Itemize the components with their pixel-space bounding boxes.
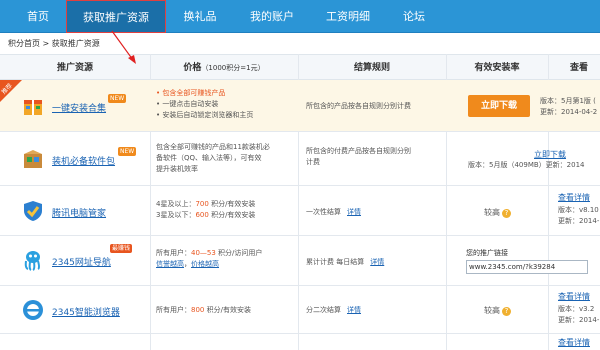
settlement-cell: 累计计费 每日结算 详情 (306, 257, 384, 268)
price-suffix: 积分/有效安装 (208, 211, 256, 219)
product-name-tencent-manager[interactable]: 腾讯电脑管家 (52, 206, 106, 219)
price-suffix: 积分/访问用户 (215, 249, 263, 257)
breadcrumb: 积分首页 > 获取推广资源 (8, 39, 100, 48)
price-cell: 所有用户：40—53 积分/访问用户 信誉越高，价格越高 (156, 248, 262, 270)
price-value: 800 (191, 306, 205, 314)
price-line: 4星及以上：700 积分/有效安装 (156, 199, 255, 210)
price-higher-link[interactable]: 价格越高 (191, 260, 219, 268)
header-resource: 推广资源 (56, 63, 93, 73)
version-info: 版本：5月第1版 ( (540, 97, 596, 105)
settlement-detail-link[interactable]: 详情 (347, 306, 361, 314)
view-details-link[interactable]: 查看详情 (558, 337, 590, 348)
table-row: 推荐 一键安装合集 NEW • 包含全部可赚钱产品 • 一键点击自动安装 • 安… (0, 80, 600, 132)
new-badge: NEW (108, 94, 127, 103)
help-icon[interactable]: ? (502, 307, 511, 316)
update-info: 更新：2014- (558, 316, 600, 324)
price-line: • 一键点击自动安装 (156, 100, 219, 108)
header-view: 查看 (570, 63, 589, 73)
header-price-note: （1000积分=1元） (201, 64, 265, 72)
table-row: 装机必备软件包 NEW 包含全部可赚钱的产品和11款装机必 备软件（QQ、输入法… (0, 132, 600, 186)
octopus-icon[interactable] (22, 249, 44, 271)
nav-item-salary[interactable]: 工资明细 (310, 0, 386, 33)
settlement-text: 一次性结算 (306, 208, 341, 216)
settlement-detail-link[interactable]: 详情 (347, 208, 361, 216)
header-price-label: 价格 (183, 63, 202, 73)
settlement-text: 累计计费 每日结算 (306, 258, 365, 266)
install-rate: 较高? (484, 207, 511, 218)
settlement-text: 分二次结算 (306, 306, 341, 314)
install-bundle-icon[interactable] (22, 95, 44, 117)
reputation-link[interactable]: 信誉越高 (156, 260, 184, 268)
promo-link-label: 您的推广链接 (466, 249, 508, 257)
table-row: 腾讯电脑管家 4星及以上：700 积分/有效安装 3星及以下：600 积分/有效… (0, 186, 600, 236)
price-line: 3星及以下：600 积分/有效安装 (156, 210, 255, 221)
top-nav: 首页 获取推广资源 换礼品 我的账户 工资明细 论坛 (0, 0, 600, 33)
settlement-cell: 分二次结算 详情 (306, 305, 361, 316)
settlement-cell: 一次性结算 详情 (306, 207, 361, 218)
price-line: 包含全部可赚钱的产品和11款装机必 (156, 143, 270, 151)
price-cell: 4星及以上：700 积分/有效安装 3星及以下：600 积分/有效安装 (156, 199, 255, 221)
price-prefix: 所有用户： (156, 306, 191, 314)
price-cell: 所有用户：800 积分/有效安装 (156, 305, 251, 316)
nav-item-forum[interactable]: 论坛 (386, 0, 442, 33)
table-row: 查看详情 (0, 334, 600, 350)
version-info: 版本：v3.2 (558, 305, 595, 313)
price-links: 信誉越高，价格越高 (156, 259, 262, 270)
version-info: 版本：v8.10 (558, 206, 599, 214)
price-suffix: 积分/有效安装 (208, 200, 256, 208)
install-rate-value: 较高 (484, 208, 500, 217)
software-package-icon[interactable] (22, 148, 44, 170)
nav-item-get-resources[interactable]: 获取推广资源 (66, 0, 166, 33)
price-prefix: 4星及以上： (156, 200, 196, 208)
header-price: 价格（1000积分=1元） (150, 55, 298, 81)
header-install-rate: 有效安装率 (474, 63, 520, 73)
price-prefix: 所有用户： (156, 249, 191, 257)
settlement-line: 计费 (306, 158, 320, 166)
product-name-2345-nav[interactable]: 2345网址导航 (52, 255, 111, 268)
top-earner-badge: 最赚钱 (110, 244, 133, 253)
price-line: 备软件（QQ、输入法等），可有效 (156, 154, 262, 162)
table-row: 2345智能浏览器 所有用户：800 积分/有效安装 分二次结算 详情 较高? 查… (0, 286, 600, 334)
price-line: 提升装机效率 (156, 165, 198, 173)
product-name-software-package[interactable]: 装机必备软件包 (52, 154, 115, 167)
price-value: 700 (195, 200, 209, 208)
nav-item-gifts[interactable]: 换礼品 (166, 0, 234, 33)
price-line: 所有用户：40—53 积分/访问用户 (156, 248, 262, 259)
table-row: 2345网址导航 最赚钱 所有用户：40—53 积分/访问用户 信誉越高，价格越… (0, 236, 600, 286)
price-line: • 安装后自动锁定浏览器和主页 (156, 111, 254, 119)
price-cell: 包含全部可赚钱的产品和11款装机必 备软件（QQ、输入法等），可有效 提升装机效… (156, 142, 270, 175)
shield-icon[interactable] (22, 200, 44, 222)
install-rate: 较高? (484, 305, 511, 316)
price-value: 40—53 (191, 249, 216, 257)
browser-icon[interactable] (22, 299, 44, 321)
table-header: 推广资源 价格（1000积分=1元） 结算规则 有效安装率 查看 (0, 54, 600, 80)
settlement-cell: 所包含的产品按各自规则分别计费 (306, 102, 411, 110)
update-info: 更新：2014-04-2 (540, 108, 598, 116)
header-settlement: 结算规则 (353, 63, 390, 73)
price-cell: • 包含全部可赚钱产品 • 一键点击自动安装 • 安装后自动锁定浏览器和主页 (156, 88, 253, 121)
new-badge: NEW (118, 147, 137, 156)
settlement-detail-link[interactable]: 详情 (370, 258, 384, 266)
view-details-link[interactable]: 查看详情 (558, 291, 590, 302)
download-now-link[interactable]: 立即下载 (534, 149, 566, 160)
promo-link-input[interactable]: www.2345.com/?k39284 (466, 260, 588, 274)
price-suffix: 积分/有效安装 (204, 306, 251, 314)
price-value: 600 (195, 211, 209, 219)
help-icon[interactable]: ? (502, 209, 511, 218)
price-line: • 包含全部可赚钱产品 (156, 89, 226, 97)
nav-item-home[interactable]: 首页 (10, 0, 66, 33)
version-info: 版本：5月版（409MB）更新：2014 (468, 161, 585, 169)
settlement-cell: 所包含的付费产品按各自规则分别 计费 (306, 146, 411, 168)
price-prefix: 3星及以下： (156, 211, 196, 219)
download-now-button[interactable]: 立即下载 (468, 95, 530, 117)
separator: ， (184, 260, 191, 268)
nav-item-my-account[interactable]: 我的账户 (234, 0, 310, 33)
product-name-install-bundle[interactable]: 一键安装合集 (52, 101, 106, 114)
product-name-2345-browser[interactable]: 2345智能浏览器 (52, 305, 120, 318)
update-info: 更新：2014- (558, 217, 600, 225)
view-details-link[interactable]: 查看详情 (558, 192, 590, 203)
settlement-line: 所包含的付费产品按各自规则分别 (306, 147, 411, 155)
install-rate-value: 较高 (484, 306, 500, 315)
